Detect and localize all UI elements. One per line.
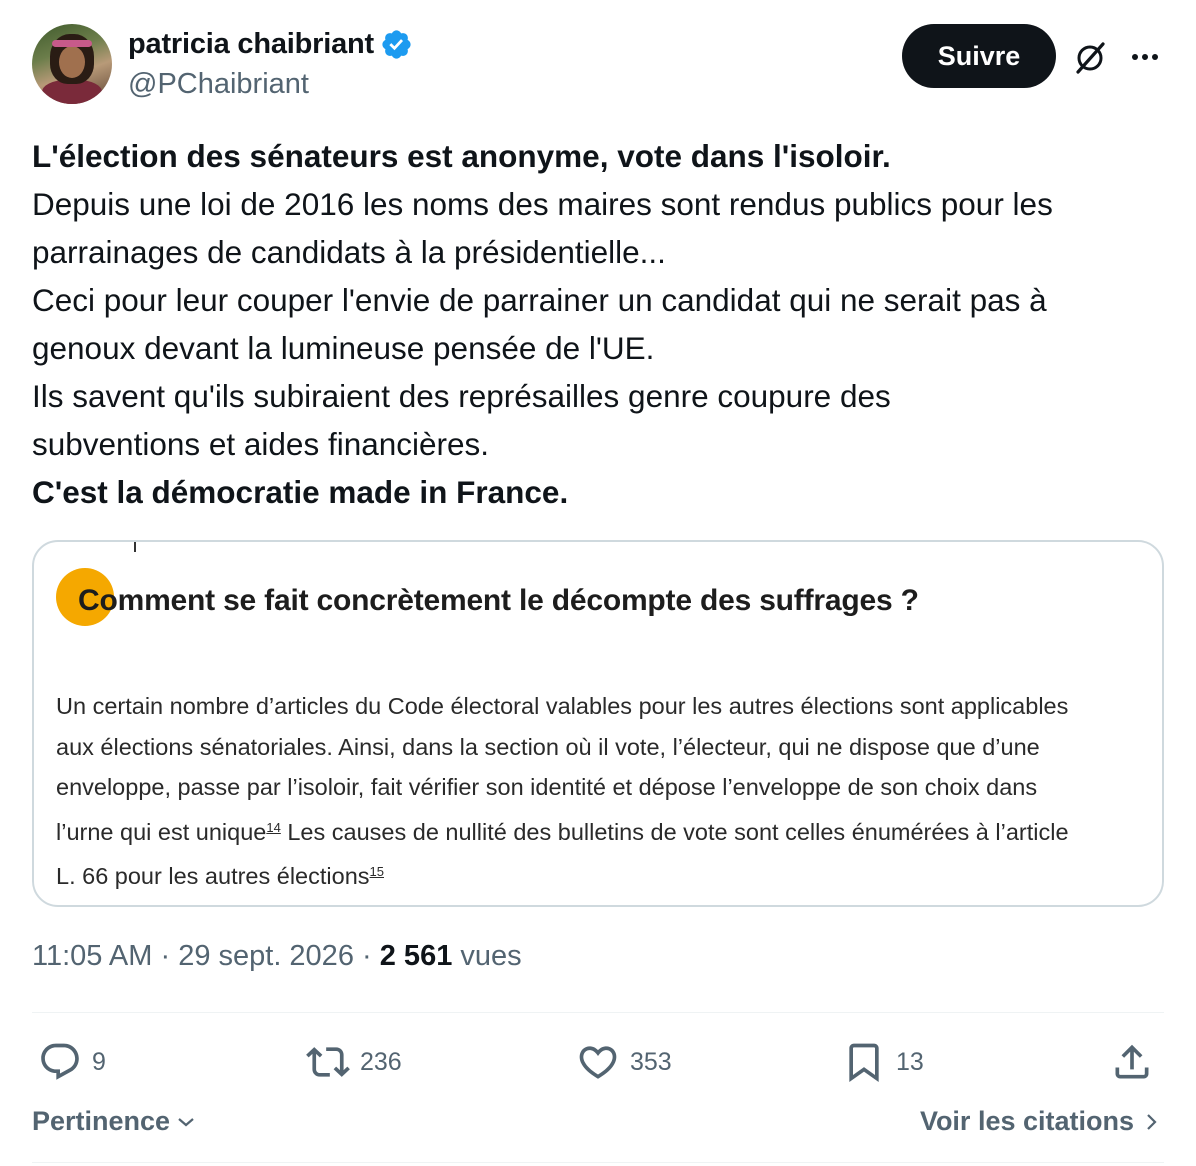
sort-label: Pertinence [32,1106,171,1136]
like-count: 353 [630,1047,672,1076]
image-text-line: L. 66 pour les autres élections15 [56,863,384,889]
tweet-line: C'est la démocratie made in France. [32,474,569,510]
tweet-line: Depuis une loi de 2016 les noms des mair… [32,186,1053,222]
tweet-line: L'élection des sénateurs est anonyme, vo… [32,138,891,174]
image-text-line: aux élections sénatoriales. Ainsi, dans … [56,733,1040,760]
grok-icon[interactable] [1072,40,1108,76]
footnote-ref: 15 [369,864,384,879]
sort-dropdown[interactable]: Pertinence [32,1106,198,1137]
image-text-line: Un certain nombre d’articles du Code éle… [56,693,1069,719]
bookmark-count: 13 [896,1047,924,1076]
view-quotes-link[interactable]: Voir les citations [920,1106,1160,1137]
divider [32,1162,1164,1163]
follow-button[interactable]: Suivre [902,24,1056,88]
reply-count: 9 [92,1047,106,1076]
tweet-line: parrainages de candidats à la présidenti… [32,234,666,270]
citations-label: Voir les citations [919,1106,1134,1136]
tweet-line: genoux devant la lumineuse pensée de l'U… [32,330,655,366]
repost-button[interactable]: 236 [306,1036,402,1088]
reply-button[interactable]: 9 [38,1036,106,1088]
chevron-right-icon [1147,1113,1157,1130]
tweet-line: subventions et aides financières. [32,426,490,462]
repost-count: 236 [360,1047,402,1076]
image-text-line: enveloppe, passe par l’isoloir, fait vér… [56,774,1038,800]
avatar[interactable] [32,24,112,104]
heart-icon [579,1046,617,1079]
chevron-down-icon [178,1117,194,1126]
attached-image[interactable]: Comment se fait concrètement le décompte… [32,540,1164,907]
more-options-icon[interactable] [1128,40,1162,74]
share-button[interactable] [1110,1036,1154,1088]
tweet-line: Ceci pour leur couper l'envie de parrain… [32,282,1047,318]
tweet-line: Ils savent qu'ils subiraient des représa… [32,378,891,414]
divider [32,1012,1164,1013]
bookmark-icon [849,1043,879,1083]
share-icon [1115,1044,1149,1079]
author-name-row[interactable]: patricia chaibriant [128,28,413,61]
like-button[interactable]: 353 [576,1036,672,1088]
verified-badge-icon [382,30,411,59]
tweet-date[interactable]: 29 sept. 2026 [178,940,354,972]
tweet-meta: 11:05 AM · 29 sept. 2026 · 2 561 vues [32,940,522,972]
author-display-name[interactable]: patricia chaibriant [128,28,374,61]
author-handle[interactable]: @PChaibriant [128,68,309,101]
tweet-time[interactable]: 11:05 AM [32,940,152,972]
repost-icon [306,1047,350,1077]
image-body-text: Un certain nombre d’articles du Code éle… [56,686,1142,897]
action-bar: 9 236 353 13 [32,1036,1164,1088]
views-label: vues [460,940,522,972]
views-count: 2 561 [379,940,453,972]
bookmark-button[interactable]: 13 [842,1036,924,1088]
image-text-line: l’urne qui est unique14 Les causes de nu… [56,818,1069,845]
reply-icon [41,1043,79,1080]
tweet-text: L'élection des sénateurs est anonyme, vo… [32,132,1172,516]
image-title: Comment se fait concrètement le décompte… [78,584,919,617]
footnote-ref: 14 [266,819,281,835]
tweet-header: patricia chaibriant @PChaibriant Suivre [32,24,1164,108]
